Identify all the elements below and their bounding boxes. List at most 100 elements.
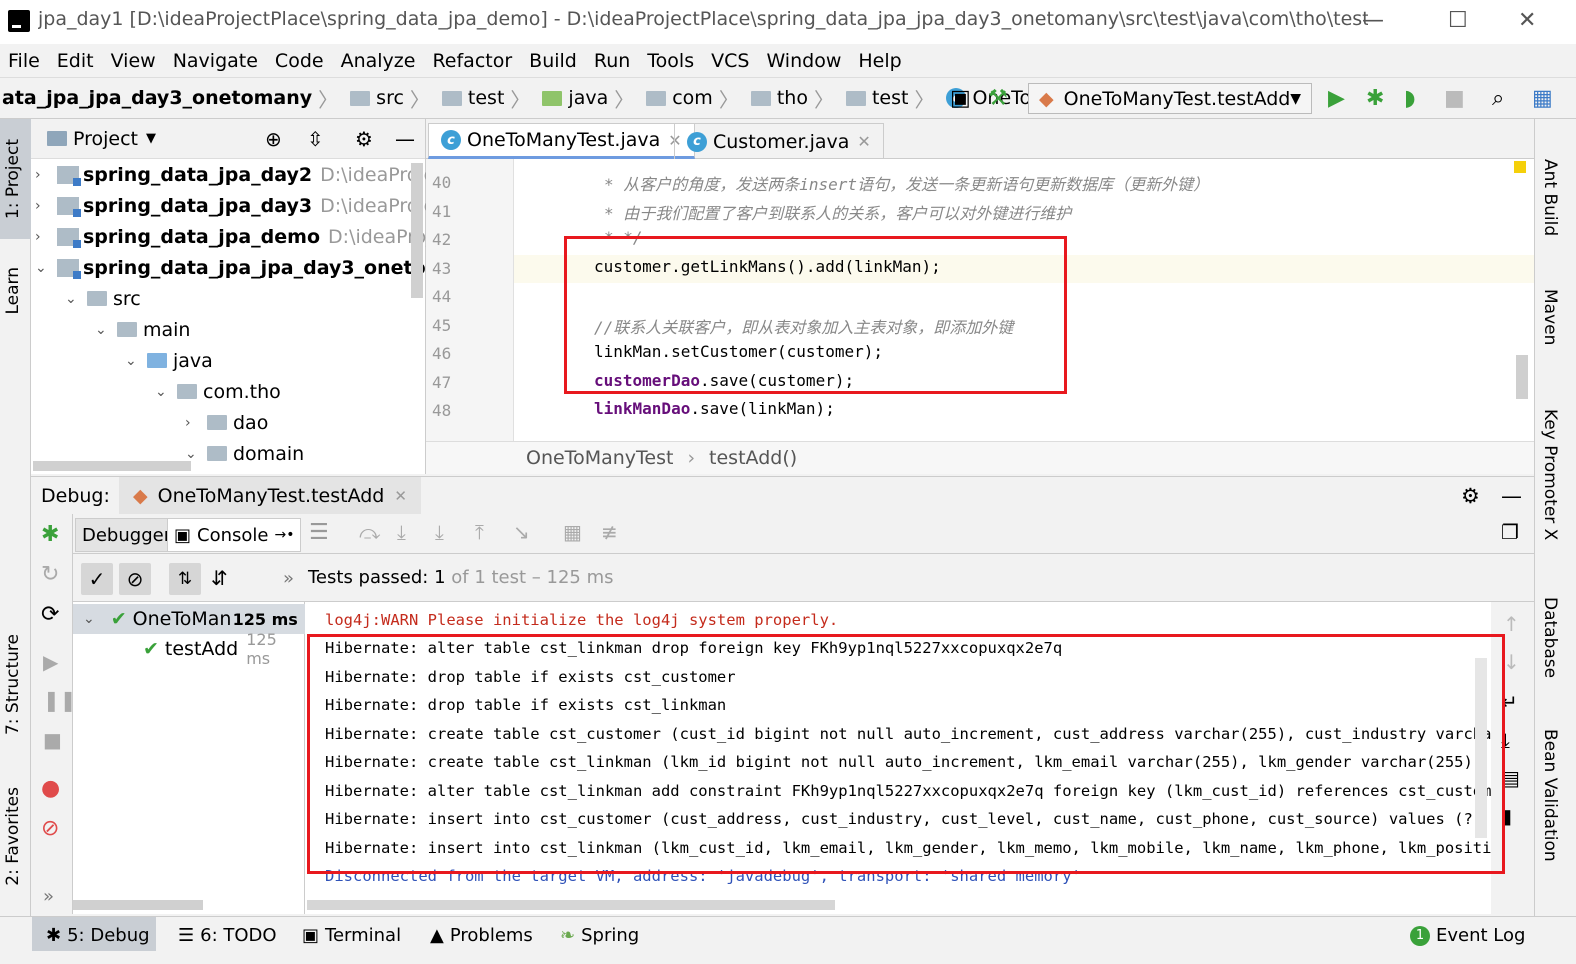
view-breakpoints-icon[interactable]: ● <box>41 776 60 801</box>
sort-duration-icon[interactable]: ⇵ <box>211 566 228 590</box>
chevron-down-icon[interactable]: ⌄ <box>83 611 95 627</box>
chevron-down-icon[interactable]: ⌄ <box>185 446 207 462</box>
project-panel-title[interactable]: Project <box>73 128 138 150</box>
menu-file[interactable]: File <box>8 50 40 72</box>
arrow-up-icon[interactable]: ↑ <box>1503 612 1520 636</box>
menu-help[interactable]: Help <box>858 50 901 72</box>
more-icon[interactable]: » <box>43 886 54 907</box>
crumb-test-pkg[interactable]: test 〉 <box>845 84 941 113</box>
stop-icon[interactable]: ■ <box>43 728 62 752</box>
tool-tab-maven[interactable]: Maven <box>1540 289 1560 345</box>
warning-marker-icon[interactable] <box>1514 161 1526 173</box>
tool-tab-project[interactable]: 1: Project <box>3 139 23 219</box>
search-icon[interactable]: ⌕ <box>1492 86 1504 111</box>
scroll-to-end-icon[interactable]: ⤓ <box>1501 728 1510 752</box>
gear-icon[interactable]: ⚙ <box>355 127 373 151</box>
close-button[interactable]: ✕ <box>1518 8 1536 33</box>
tool-button-event-log[interactable]: 1 Event Log <box>1410 925 1525 946</box>
run-to-cursor-icon[interactable]: ↘ <box>513 520 530 544</box>
tool-tab-favorites[interactable]: 2: Favorites <box>3 787 23 886</box>
tool-button-debug[interactable]: ✱ 5: Debug <box>46 925 150 946</box>
gear-icon[interactable]: ⚙ <box>1461 484 1480 508</box>
tree-item[interactable]: ⌄ domain <box>185 438 304 469</box>
resume-icon[interactable]: ▶ <box>43 650 58 674</box>
mute-breakpoints-icon[interactable]: ⊘ <box>41 816 59 841</box>
debug-bug-icon[interactable]: ✱ <box>1366 86 1384 111</box>
tab-console[interactable]: ▣ Console →• <box>167 518 302 552</box>
build-hammer-icon[interactable]: ⚒ <box>988 86 1008 111</box>
menu-analyze[interactable]: Analyze <box>341 50 416 72</box>
tool-tab-structure[interactable]: 7: Structure <box>3 634 23 735</box>
stop-icon[interactable]: ■ <box>1444 86 1465 111</box>
hide-panel-icon[interactable]: — <box>395 127 415 151</box>
collapse-all-icon[interactable]: ⇳ <box>307 127 324 151</box>
crumb-tho[interactable]: tho 〉 <box>750 84 840 113</box>
chevron-down-icon[interactable]: ▼ <box>146 131 156 146</box>
tab-onetomanytest[interactable]: c OneToManyTest.java ✕ <box>428 123 695 159</box>
run-window-icon[interactable]: ▣ <box>950 86 971 111</box>
tree-item[interactable]: ⌄ src <box>65 283 141 314</box>
chevron-down-icon[interactable]: ⌄ <box>35 260 57 276</box>
tool-button-spring[interactable]: ❧ Spring <box>560 925 639 946</box>
crumb-java[interactable]: java 〉 <box>542 84 640 113</box>
maximize-button[interactable]: ☐ <box>1448 8 1468 33</box>
show-ignored-icon[interactable]: ⊘ <box>119 563 151 595</box>
menu-tools[interactable]: Tools <box>647 50 694 72</box>
rerun-failed-icon[interactable]: ↻ <box>41 562 59 587</box>
tab-debugger[interactable]: Debugger <box>75 518 179 552</box>
project-scrollbar[interactable] <box>411 163 423 298</box>
refresh-icon[interactable]: ⟳ <box>41 602 59 627</box>
menu-run[interactable]: Run <box>594 50 630 72</box>
chevron-down-icon[interactable]: ⌄ <box>155 384 177 400</box>
crumb-class[interactable]: OneToManyTest <box>526 447 673 469</box>
run-configuration-select[interactable]: ◆ OneToManyTest.testAdd ▼ <box>1028 83 1312 114</box>
tool-button-problems[interactable]: ▲ Problems <box>430 925 533 946</box>
chevron-right-icon[interactable]: › <box>35 198 57 214</box>
chevron-down-icon[interactable]: ⌄ <box>95 322 117 338</box>
restore-layout-icon[interactable]: ❐ <box>1501 520 1519 544</box>
menu-code[interactable]: Code <box>275 50 324 72</box>
menu-refactor[interactable]: Refactor <box>432 50 512 72</box>
tree-item[interactable]: › dao <box>185 407 268 438</box>
chevron-right-icon[interactable]: › <box>35 167 57 183</box>
expand-icon[interactable]: » <box>283 568 294 589</box>
menu-navigate[interactable]: Navigate <box>173 50 258 72</box>
close-icon[interactable]: ✕ <box>394 487 407 505</box>
chevron-right-icon[interactable]: › <box>35 229 57 245</box>
tool-button-todo[interactable]: ☰ 6: TODO <box>178 925 277 946</box>
editor-scrollbar[interactable] <box>1516 355 1528 399</box>
evaluate-icon[interactable]: ▦ <box>563 520 582 544</box>
step-over-icon[interactable]: ⤼ <box>359 520 380 544</box>
close-icon[interactable]: ✕ <box>857 132 870 151</box>
soft-wrap-icon[interactable]: ↵ <box>1501 690 1518 714</box>
step-into-icon[interactable]: ⤓ <box>397 520 406 544</box>
test-tree-hscrollbar[interactable] <box>73 900 203 910</box>
tool-tab-database[interactable]: Database <box>1540 597 1560 678</box>
tool-tab-key-promoter[interactable]: Key Promoter X <box>1540 409 1560 540</box>
code-editor[interactable]: * 从客户的角度，发送两条insert语句，发送一条更新语句更新数据库（更新外键… <box>514 159 1534 441</box>
force-step-into-icon[interactable]: ⤓ <box>435 520 444 544</box>
run-icon[interactable]: ▶ <box>1328 86 1345 111</box>
crumb-method[interactable]: testAdd() <box>709 447 797 469</box>
minimize-button[interactable]: — <box>1362 8 1384 33</box>
chevron-down-icon[interactable]: ⌄ <box>65 291 87 307</box>
tree-item[interactable]: › spring_data_jpa_demo D:\ideaProjectP <box>35 221 473 252</box>
tree-item[interactable]: ⌄ main <box>95 314 190 345</box>
menu-icon[interactable]: ☰ <box>309 520 329 545</box>
crumb-module[interactable]: ata_jpa_jpa_day3_onetomany 〉 <box>2 84 344 113</box>
crumb-test[interactable]: test 〉 <box>441 84 537 113</box>
tab-customer[interactable]: c Customer.java ✕ <box>674 123 884 159</box>
pause-icon[interactable]: ❚❚ <box>43 688 77 712</box>
pin-icon[interactable]: →• <box>274 527 294 543</box>
trace-icon[interactable]: ≢ <box>601 520 618 544</box>
tool-tab-ant[interactable]: Ant Build <box>1540 159 1560 236</box>
menu-edit[interactable]: Edit <box>57 50 94 72</box>
tree-item[interactable]: ⌄ java <box>125 345 213 376</box>
hide-panel-icon[interactable]: — <box>1501 484 1522 508</box>
crumb-com[interactable]: com 〉 <box>646 84 745 113</box>
console-hscrollbar[interactable] <box>307 900 835 910</box>
debug-bug-icon[interactable]: ✱ <box>41 522 59 547</box>
tool-tab-learn[interactable]: Learn <box>3 267 23 315</box>
debug-session-tab[interactable]: ◆ OneToManyTest.testAdd ✕ <box>119 477 421 515</box>
menu-view[interactable]: View <box>111 50 156 72</box>
